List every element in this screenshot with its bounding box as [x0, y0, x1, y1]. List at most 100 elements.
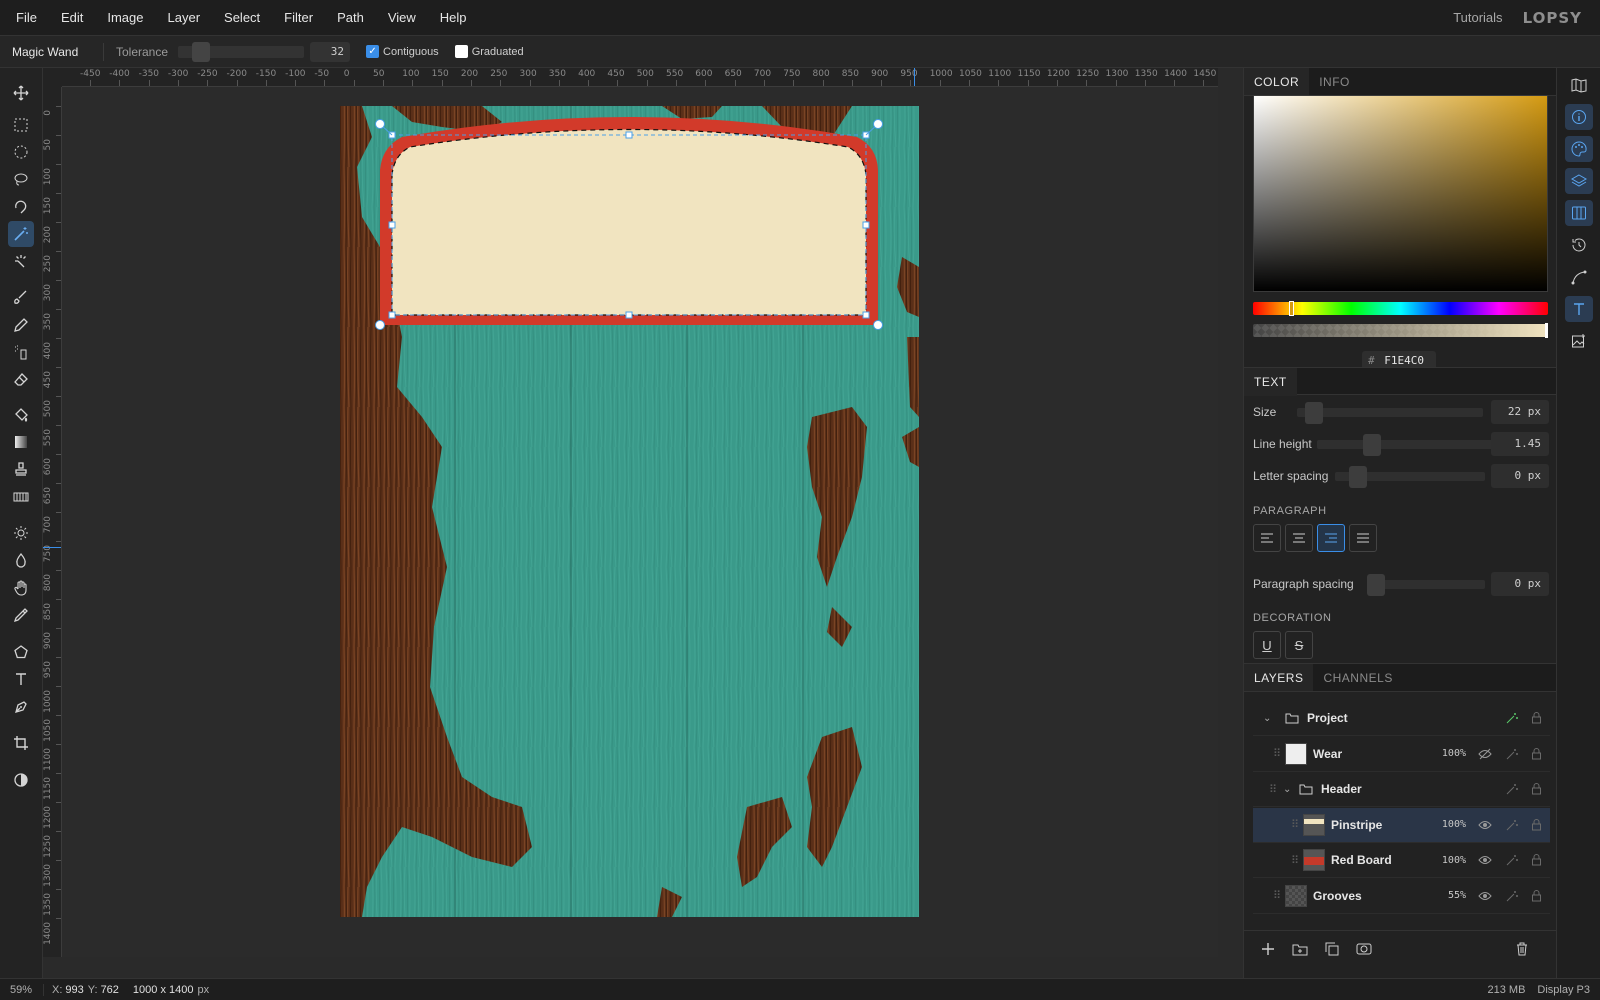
layers-panel-button[interactable]: [1565, 168, 1593, 194]
channels-panel-button[interactable]: [1565, 200, 1593, 226]
shape-tool[interactable]: [8, 639, 34, 665]
brush-tool[interactable]: [8, 284, 34, 310]
paths-panel-button[interactable]: [1565, 264, 1593, 290]
hue-slider-thumb[interactable]: [1289, 301, 1294, 316]
magnetic-lasso-tool[interactable]: [8, 193, 34, 219]
layer-row[interactable]: ⠿ Grooves 55%: [1253, 879, 1550, 914]
menu-file[interactable]: File: [4, 10, 49, 25]
vertical-ruler[interactable]: 0 50 100 150 200 250 300 350 400 450 500 550 600 650 7…: [43, 87, 62, 957]
ellipse-select-tool[interactable]: [8, 139, 34, 165]
chevron-down-icon[interactable]: ⌄: [1263, 713, 1271, 724]
eye-off-icon[interactable]: [1478, 748, 1492, 760]
letter-spacing-slider-thumb[interactable]: [1349, 465, 1367, 488]
blur-tool[interactable]: [8, 547, 34, 573]
menu-filter[interactable]: Filter: [272, 10, 325, 25]
tolerance-slider[interactable]: [178, 41, 305, 62]
layer-opacity[interactable]: 100%: [1442, 855, 1466, 866]
document-canvas[interactable]: [62, 87, 1218, 957]
alpha-slider[interactable]: [1253, 323, 1548, 338]
tab-color[interactable]: COLOR: [1244, 68, 1310, 95]
layer-row[interactable]: ⠿ Wear 100%: [1253, 737, 1550, 772]
pen-tool[interactable]: [8, 694, 34, 720]
history-panel-button[interactable]: [1565, 232, 1593, 258]
menu-select[interactable]: Select: [212, 10, 272, 25]
eye-icon[interactable]: [1478, 855, 1492, 865]
spray-tool[interactable]: [8, 339, 34, 365]
tutorials-link[interactable]: Tutorials: [1453, 10, 1502, 25]
effects-icon[interactable]: [1506, 854, 1518, 866]
bucket-tool[interactable]: [8, 402, 34, 428]
navigator-button[interactable]: [1565, 72, 1593, 98]
size-input[interactable]: 22 px: [1491, 400, 1549, 424]
align-center-button[interactable]: [1285, 524, 1313, 552]
tolerance-slider-thumb[interactable]: [192, 41, 211, 62]
info-panel-button[interactable]: [1565, 104, 1593, 130]
pattern-tool[interactable]: [8, 484, 34, 510]
quick-select-tool[interactable]: [8, 248, 34, 274]
menu-layer[interactable]: Layer: [156, 10, 213, 25]
graduated-checkbox[interactable]: [454, 45, 468, 58]
crop-tool[interactable]: [8, 730, 34, 756]
letter-spacing-input[interactable]: 0 px: [1491, 464, 1549, 488]
menu-view[interactable]: View: [376, 10, 428, 25]
eye-icon[interactable]: [1478, 891, 1492, 901]
drag-handle-icon[interactable]: ⠿: [1269, 783, 1277, 796]
canvas-viewport[interactable]: [62, 87, 1218, 957]
color-profile[interactable]: Display P3: [1537, 984, 1590, 996]
lock-icon[interactable]: [1531, 818, 1542, 831]
eye-icon[interactable]: [1478, 820, 1492, 830]
add-layer-button[interactable]: [1254, 936, 1282, 962]
align-justify-button[interactable]: [1349, 524, 1377, 552]
smudge-tool[interactable]: [8, 575, 34, 601]
align-right-button[interactable]: [1317, 524, 1345, 552]
assets-panel-button[interactable]: [1565, 328, 1593, 354]
tolerance-input[interactable]: 32: [310, 41, 351, 62]
gradient-tool[interactable]: [8, 429, 34, 455]
add-group-button[interactable]: [1286, 936, 1314, 962]
saturation-value-picker[interactable]: [1253, 95, 1548, 292]
menu-path[interactable]: Path: [325, 10, 376, 25]
strikethrough-button[interactable]: S: [1285, 631, 1313, 659]
stamp-tool[interactable]: [8, 456, 34, 482]
hue-slider[interactable]: [1253, 301, 1548, 316]
dodge-tool[interactable]: [8, 520, 34, 546]
effects-icon[interactable]: [1506, 748, 1518, 760]
menu-help[interactable]: Help: [428, 10, 479, 25]
move-tool[interactable]: [8, 80, 34, 106]
line-height-input[interactable]: 1.45: [1491, 432, 1549, 456]
tab-text[interactable]: TEXT: [1244, 368, 1297, 396]
effects-icon[interactable]: [1506, 890, 1518, 902]
magic-wand-tool[interactable]: [8, 221, 34, 247]
effects-icon[interactable]: [1506, 783, 1518, 795]
size-slider[interactable]: [1297, 401, 1483, 424]
pencil-tool[interactable]: [8, 312, 34, 338]
layer-opacity[interactable]: 100%: [1442, 819, 1466, 830]
underline-button[interactable]: U: [1253, 631, 1281, 659]
layer-group-row[interactable]: ⌄ Project: [1253, 701, 1550, 736]
lock-icon[interactable]: [1531, 712, 1542, 724]
effects-icon[interactable]: [1506, 819, 1518, 831]
lock-icon[interactable]: [1531, 783, 1542, 795]
duplicate-layer-button[interactable]: [1318, 936, 1346, 962]
drag-handle-icon[interactable]: ⠿: [1291, 818, 1299, 831]
eyedropper-tool[interactable]: [8, 602, 34, 628]
lasso-tool[interactable]: [8, 166, 34, 192]
lock-icon[interactable]: [1531, 747, 1542, 760]
tab-channels[interactable]: CHANNELS: [1313, 664, 1402, 691]
drag-handle-icon[interactable]: ⠿: [1291, 854, 1299, 867]
delete-layer-button[interactable]: [1508, 936, 1536, 962]
alpha-slider-thumb[interactable]: [1545, 323, 1548, 338]
eraser-tool[interactable]: [8, 366, 34, 392]
layer-row[interactable]: ⠿ Red Board 100%: [1253, 843, 1550, 878]
paragraph-spacing-slider-thumb[interactable]: [1367, 573, 1385, 596]
effects-icon[interactable]: [1506, 712, 1518, 724]
color-panel-button[interactable]: [1565, 136, 1593, 162]
layer-opacity[interactable]: 55%: [1448, 890, 1466, 901]
layer-group-row[interactable]: ⠿ ⌄ Header: [1253, 772, 1550, 807]
contiguous-checkbox[interactable]: ✓: [366, 45, 380, 58]
menu-edit[interactable]: Edit: [49, 10, 95, 25]
layer-row[interactable]: ⠿ Pinstripe 100%: [1253, 807, 1550, 843]
zoom-level[interactable]: 59%: [0, 983, 44, 996]
line-height-slider[interactable]: [1317, 433, 1501, 456]
drag-handle-icon[interactable]: ⠿: [1273, 889, 1281, 902]
